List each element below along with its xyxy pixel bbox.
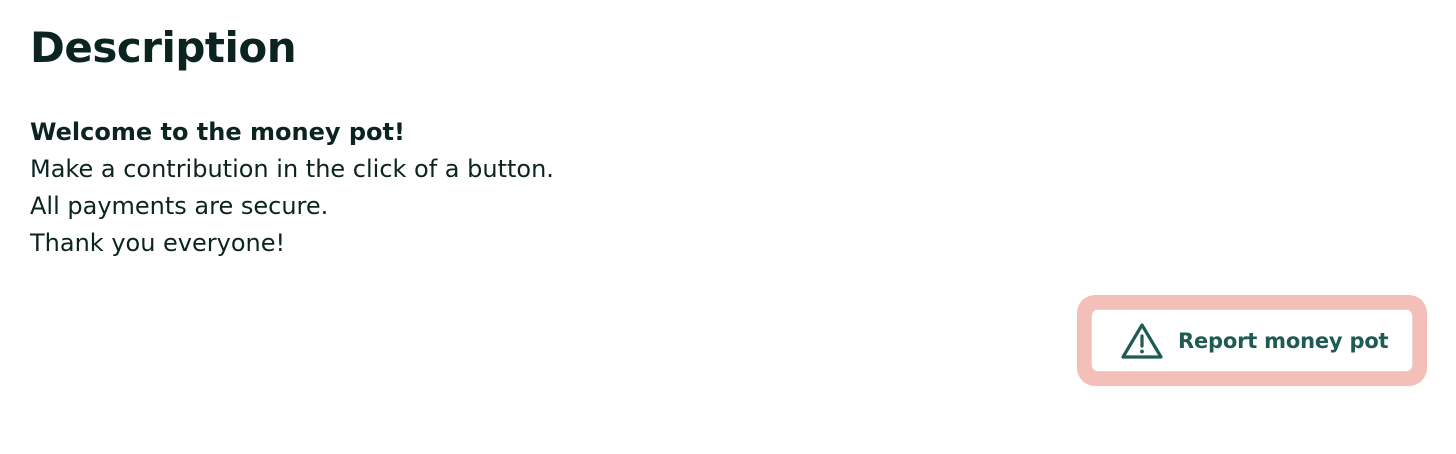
warning-triangle-icon xyxy=(1120,322,1164,360)
description-line-welcome: Welcome to the money pot! xyxy=(30,118,405,146)
report-money-pot-button[interactable]: Report money pot xyxy=(1091,309,1413,372)
report-button-label: Report money pot xyxy=(1178,328,1389,353)
description-section: Description Welcome to the money pot! Ma… xyxy=(30,22,1030,262)
description-line-secure: All payments are secure. xyxy=(30,192,329,220)
description-line-contribution: Make a contribution in the click of a bu… xyxy=(30,155,554,183)
section-title: Description xyxy=(30,23,297,72)
report-button-focus-ring: Report money pot xyxy=(1077,295,1427,386)
description-line-thanks: Thank you everyone! xyxy=(30,229,286,257)
description-text: Welcome to the money pot! Make a contrib… xyxy=(30,114,1030,262)
